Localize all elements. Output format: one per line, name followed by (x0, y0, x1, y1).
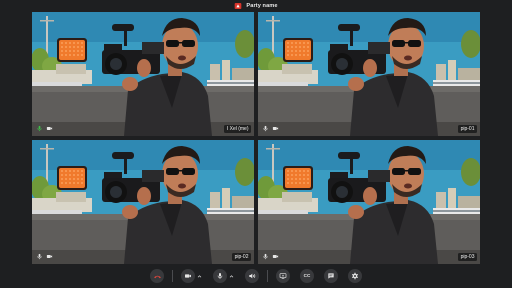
divider (267, 270, 268, 282)
chevron-up-icon (197, 274, 202, 277)
party-icon (235, 3, 242, 9)
camera-icon (272, 125, 279, 132)
settings-button[interactable] (348, 269, 362, 283)
tile-status-icons (36, 125, 53, 132)
camera-icon (272, 253, 279, 260)
chevron-up-icon (229, 274, 234, 277)
video-tile-pip-02[interactable]: pip-02 (32, 140, 254, 264)
tile-status-icons (262, 125, 279, 132)
camera-toggle-button[interactable] (181, 269, 195, 283)
chat-icon (328, 273, 334, 279)
participant-name: I Xel (me) (224, 125, 251, 133)
end-call-button[interactable] (150, 269, 164, 283)
tile-status-icons (262, 253, 279, 260)
microphone-options-button[interactable] (228, 269, 235, 283)
volume-button[interactable] (245, 269, 259, 283)
settings-icon (351, 272, 359, 280)
captions-label: CC (303, 272, 311, 278)
camera-icon (46, 125, 53, 132)
participant-name: pip-02 (232, 253, 251, 261)
camera-options-button[interactable] (196, 269, 203, 283)
tile-status-icons (36, 253, 53, 260)
microphone-toggle-button[interactable] (213, 269, 227, 283)
call-controls-bar: CC (0, 264, 512, 288)
video-tile-pip-01[interactable]: pip-01 (258, 12, 480, 136)
participant-video (258, 12, 480, 136)
camera-icon (184, 272, 192, 280)
video-tile-me[interactable]: I Xel (me) (32, 12, 254, 136)
mic-icon (36, 253, 43, 260)
end-call-icon (153, 275, 161, 278)
video-tile-pip-03[interactable]: pip-03 (258, 140, 480, 264)
camera-icon (46, 253, 53, 260)
volume-icon (249, 273, 256, 279)
share-screen-icon (279, 273, 287, 279)
participant-video (32, 12, 254, 136)
video-grid: I Xel (me) pip-01 pip-02 pip-03 (32, 12, 480, 264)
window-title: Party name (246, 3, 278, 9)
microphone-icon (216, 272, 224, 280)
chat-button[interactable] (324, 269, 338, 283)
participant-video (258, 140, 480, 264)
divider (172, 270, 173, 282)
captions-button[interactable]: CC (300, 269, 314, 283)
participant-video (32, 140, 254, 264)
participant-name: pip-01 (458, 125, 477, 133)
title-bar: Party name (0, 0, 512, 12)
participant-name: pip-03 (458, 253, 477, 261)
share-screen-button[interactable] (276, 269, 290, 283)
mic-active-icon (36, 125, 43, 132)
mic-icon (262, 125, 269, 132)
mic-icon (262, 253, 269, 260)
